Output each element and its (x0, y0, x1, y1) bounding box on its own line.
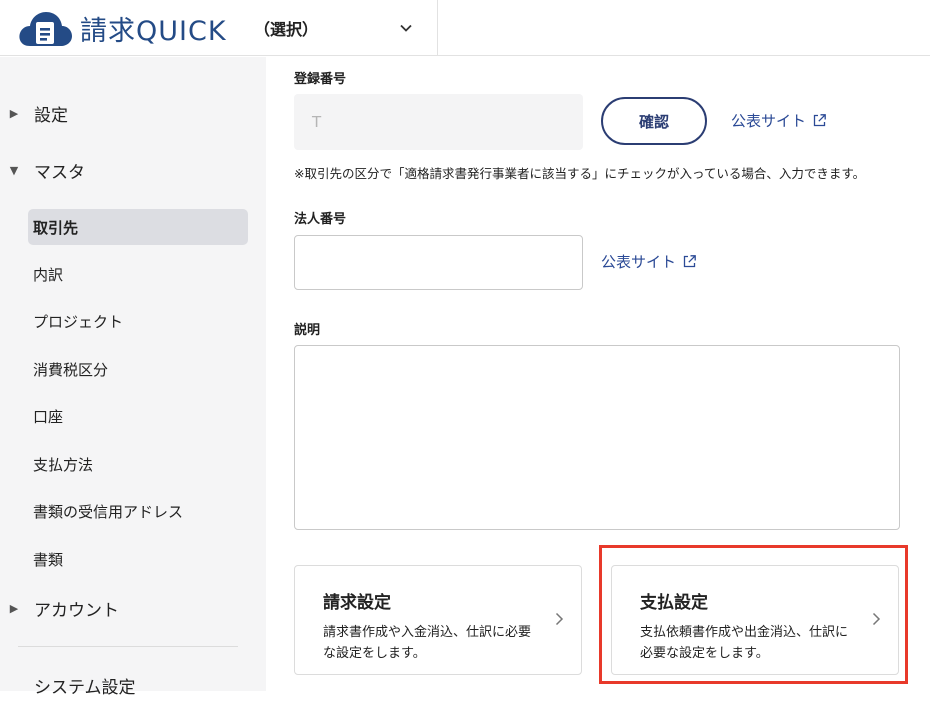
sidebar-item-label: 支払方法 (33, 455, 94, 474)
sidebar-item-label: 内訳 (33, 265, 64, 284)
brand-name: 請求QUICK (80, 15, 227, 47)
sidebar-item-documents[interactable]: 書類 (28, 541, 248, 577)
organization-select-value: （選択） (254, 20, 319, 39)
caret-right-icon: ▶ (9, 106, 19, 120)
corporate-number-input[interactable] (294, 235, 583, 290)
description-textarea[interactable] (294, 345, 900, 530)
sidebar: ▶ 設定 ▼ マスタ 取引先 内訳 プロジェクト 消費税区分 口座 支払方法 書… (0, 57, 266, 698)
corporate-number-label: 法人番号 (294, 212, 347, 227)
public-site-link-label: 公表サイト (601, 253, 677, 271)
sidebar-item-label: 取引先 (33, 218, 79, 237)
registration-number-label: 登録番号 (294, 72, 347, 87)
sidebar-section-label: 設定 (34, 105, 68, 126)
sidebar-section-label: アカウント (34, 600, 119, 621)
sidebar-item-tax-category[interactable]: 消費税区分 (28, 351, 248, 387)
public-site-link[interactable]: 公表サイト (731, 110, 827, 131)
sidebar-section-account[interactable]: ▶ アカウント (0, 588, 266, 628)
sidebar-item-label: システム設定 (34, 677, 136, 698)
registration-number-value: T (312, 113, 322, 131)
public-site-link-label: 公表サイト (731, 112, 807, 130)
sidebar-item-clients[interactable]: 取引先 (28, 209, 248, 245)
sidebar-item-accounts[interactable]: 口座 (28, 398, 248, 434)
caret-right-icon: ▶ (9, 601, 19, 615)
brand-logo[interactable]: 請求QUICK (16, 8, 227, 48)
public-site-link-2[interactable]: 公表サイト (601, 251, 697, 272)
registration-number-input: T (294, 94, 583, 150)
sidebar-item-label: 消費税区分 (33, 360, 109, 379)
sidebar-item-system-settings[interactable]: システム設定 (0, 665, 266, 701)
sidebar-item-projects[interactable]: プロジェクト (28, 303, 248, 339)
chevron-down-icon (400, 24, 412, 32)
registration-number-note: ※取引先の区分で「適格請求書発行事業者に該当する」にチェックが入っている場合、入… (294, 166, 866, 181)
external-link-icon (813, 114, 826, 127)
cloud-document-icon (19, 12, 72, 46)
sidebar-item-label: 書類の受信用アドレス (33, 502, 184, 521)
confirm-button[interactable]: 確認 (601, 97, 707, 145)
sidebar-item-label: 口座 (33, 407, 64, 426)
billing-settings-card[interactable]: 請求設定 請求書作成や入金消込、仕訳に必要な設定をします。 (294, 565, 582, 675)
sidebar-section-label: マスタ (34, 162, 85, 183)
caret-down-icon: ▼ (9, 163, 19, 177)
sidebar-item-label: 書類 (33, 550, 64, 569)
card-description: 請求書作成や入金消込、仕訳に必要な設定をします。 (323, 625, 532, 661)
app-header: 請求QUICK （選択） (0, 0, 930, 56)
organization-select[interactable]: （選択） (238, 0, 438, 56)
card-title: 請求設定 (323, 593, 391, 613)
highlight-box (599, 545, 908, 684)
sidebar-item-label: プロジェクト (33, 312, 124, 331)
sidebar-section-master[interactable]: ▼ マスタ (0, 150, 266, 190)
external-link-icon (683, 255, 696, 268)
sidebar-divider (18, 646, 238, 647)
sidebar-item-breakdown[interactable]: 内訳 (28, 256, 248, 292)
sidebar-item-payment-methods[interactable]: 支払方法 (28, 446, 248, 482)
sidebar-section-settings[interactable]: ▶ 設定 (0, 93, 266, 133)
chevron-right-icon (555, 612, 564, 626)
description-label: 説明 (294, 323, 321, 338)
sidebar-item-receiving-address[interactable]: 書類の受信用アドレス (28, 493, 248, 529)
